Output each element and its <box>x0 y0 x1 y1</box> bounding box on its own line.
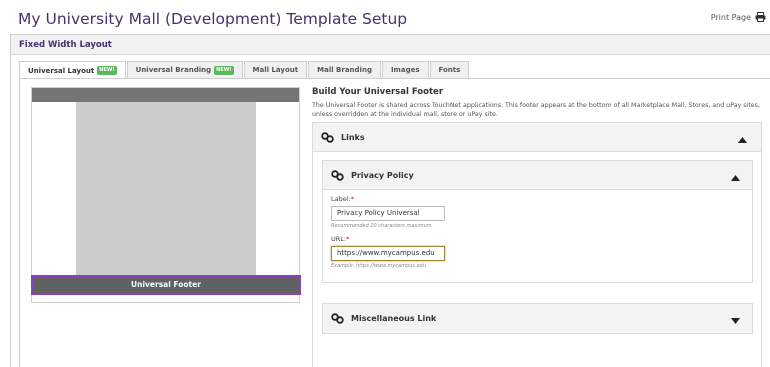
tab-label: Mall Branding <box>317 66 372 74</box>
chevron-up-icon[interactable] <box>738 128 747 147</box>
new-badge: NEW! <box>214 65 234 75</box>
universal-footer-label: Universal Footer <box>131 280 201 289</box>
form-description: The Universal Footer is shared across To… <box>312 102 760 118</box>
links-panel-header[interactable]: Links <box>313 123 761 152</box>
new-badge: NEW! <box>97 66 117 75</box>
tab-mall-branding[interactable]: Mall Branding <box>308 61 381 78</box>
links-panel-label: Links <box>341 132 365 142</box>
section-title: Fixed Width Layout <box>11 35 770 55</box>
print-page-label: Print Page <box>710 12 751 22</box>
chevron-up-icon[interactable] <box>731 166 740 185</box>
label-field-text: Label: <box>331 195 351 203</box>
label-input[interactable]: Privacy Policy Universal <box>331 206 445 221</box>
url-field-label: URL:* <box>331 235 752 243</box>
links-panel: Links Privacy Policy Label:* Privacy Pol… <box>312 122 762 367</box>
tab-label: Universal Branding <box>135 66 212 74</box>
url-field-text: URL: <box>331 235 347 243</box>
tab-label: Mall Layout <box>252 66 299 74</box>
required-marker: * <box>346 235 350 243</box>
misc-link-label: Miscellaneous Link <box>351 314 437 323</box>
url-hint: Example: https://www.mycampus.edu <box>331 263 426 269</box>
preview-body-area <box>76 102 256 282</box>
tab-mall-layout[interactable]: Mall Layout <box>243 61 308 78</box>
template-frame: Fixed Width Layout Universal Layout NEW!… <box>10 34 770 367</box>
print-page-link[interactable]: Print Page <box>711 12 766 22</box>
url-input[interactable]: https://www.mycampus.edu <box>331 246 445 261</box>
chevron-down-icon[interactable] <box>731 309 740 328</box>
misc-link-header[interactable]: Miscellaneous Link <box>323 304 752 333</box>
printer-icon <box>755 12 766 22</box>
tab-universal-layout[interactable]: Universal Layout NEW! <box>19 61 126 79</box>
tab-images[interactable]: Images <box>381 61 429 78</box>
page-title: My University Mall (Development) Templat… <box>18 10 408 28</box>
privacy-policy-header[interactable]: Privacy Policy <box>323 161 752 190</box>
layout-preview <box>31 87 300 303</box>
label-hint: Recommended 20 characters maximum <box>331 223 432 229</box>
universal-footer-region[interactable]: Universal Footer <box>31 275 301 295</box>
privacy-policy-panel: Privacy Policy Label:* Privacy Policy Un… <box>322 160 753 283</box>
label-field-label: Label:* <box>331 195 752 203</box>
tab-label: Images <box>390 66 420 74</box>
tab-label: Fonts <box>438 66 461 74</box>
preview-header-bar <box>32 88 299 102</box>
required-marker: * <box>350 195 354 203</box>
misc-link-panel: Miscellaneous Link <box>322 303 753 334</box>
tab-universal-branding[interactable]: Universal Branding NEW! <box>126 61 243 78</box>
tab-bar: Universal Layout NEW! Universal Branding… <box>19 61 470 79</box>
privacy-policy-label: Privacy Policy <box>351 170 414 180</box>
form-title: Build Your Universal Footer <box>312 87 444 97</box>
tab-fonts[interactable]: Fonts <box>429 61 470 78</box>
link-icon <box>331 309 344 328</box>
link-icon <box>331 166 344 185</box>
link-icon <box>321 128 334 147</box>
tab-label: Universal Layout <box>28 66 95 75</box>
tab-content: Universal Footer Build Your Universal Fo… <box>19 78 770 367</box>
